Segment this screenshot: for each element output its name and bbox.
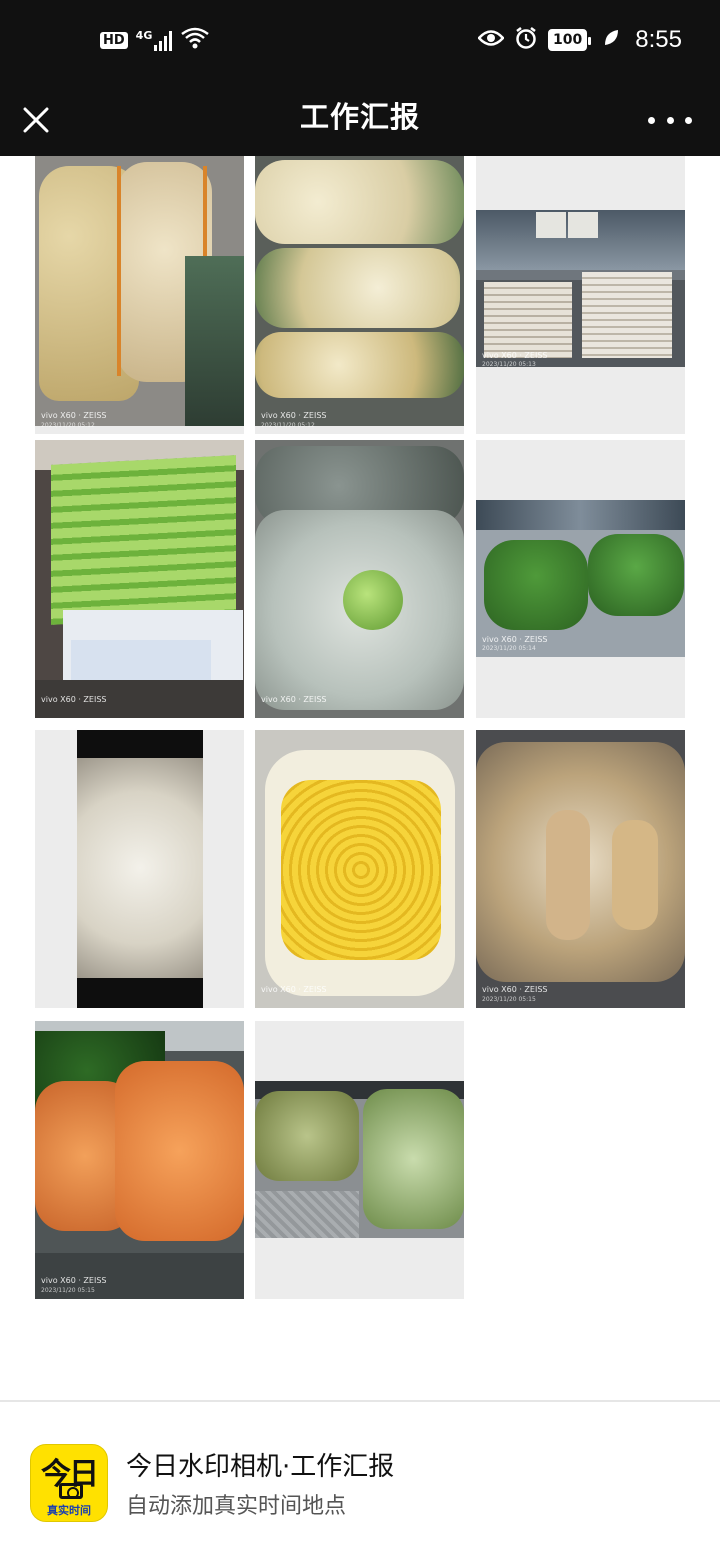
clock-time: 8:55 (635, 26, 682, 53)
photo-watermark-date: 2023/11/20 05:12 (41, 422, 95, 429)
photo-lettuce[interactable] (255, 1021, 464, 1299)
photo-watermark: vivo X60 · ZEISS (41, 411, 107, 420)
photo-watermark: vivo X60 · ZEISS (261, 695, 327, 704)
status-right-group: 100 8:55 (477, 26, 682, 54)
photo-watermark: vivo X60 · ZEISS (482, 635, 548, 644)
app-promo-footer[interactable]: 今日 真实时间 今日水印相机·工作汇报 自动添加真实时间地点 (0, 1400, 720, 1560)
photo-watermark-date: 2023/11/20 05:15 (482, 996, 536, 1003)
photo-corn[interactable]: vivo X60 · ZEISS (255, 730, 464, 1008)
app-icon-caption: 真实时间 (47, 1504, 91, 1517)
signal-icon (154, 29, 173, 51)
photo-watermark-date: 2023/11/20 05:12 (261, 422, 315, 429)
photo-watermark-date: 2023/11/20 05:15 (41, 1287, 95, 1294)
battery-icon: 100 (548, 29, 592, 51)
more-dot (685, 116, 692, 124)
photo-watermark: vivo X60 · ZEISS (41, 695, 107, 704)
photo-celery[interactable]: vivo X60 · ZEISS (35, 440, 244, 718)
photo-cabbage[interactable]: vivo X60 · ZEISS (255, 440, 464, 718)
app-name: 今日水印相机·工作汇报 (126, 1452, 395, 1482)
network-type-label: 4G (135, 28, 153, 42)
photo-watermark-date: 2023/11/20 05:13 (482, 361, 536, 368)
more-dot (666, 116, 674, 124)
status-left-group: HD 4G (100, 26, 210, 54)
app-logo-icon: 今日 真实时间 (30, 1444, 108, 1522)
photo-tofu-trays[interactable]: vivo X60 · ZEISS 2023/11/20 05:13 (476, 156, 685, 434)
photo-watermark: vivo X60 · ZEISS (41, 1276, 107, 1285)
photo-watermark: vivo X60 · ZEISS (482, 351, 548, 360)
wifi-icon (180, 26, 210, 54)
photo-lotus-root[interactable]: vivo X60 · ZEISS 2023/11/20 05:15 (476, 730, 685, 1008)
photo-cauliflower[interactable]: vivo X60 · ZEISS 2023/11/20 05:12 (255, 156, 464, 434)
app-tagline: 自动添加真实时间地点 (126, 1494, 347, 1519)
photo-watermark: vivo X60 · ZEISS (261, 411, 327, 420)
photo-watermark: vivo X60 · ZEISS (261, 985, 327, 994)
status-bar: HD 4G 100 8:55 (0, 0, 720, 84)
photo-grid: vivo X60 · ZEISS 2023/11/20 05:12 vivo X… (0, 156, 720, 1400)
photo-watermark: vivo X60 · ZEISS (482, 985, 548, 994)
more-options-button[interactable] (648, 106, 692, 134)
photo-watermark-date: 2023/11/20 05:14 (482, 645, 536, 652)
photo-potatoes[interactable]: vivo X60 · ZEISS 2023/11/20 05:12 (35, 156, 244, 434)
leaf-icon (603, 29, 619, 51)
photo-leafy-greens[interactable]: vivo X60 · ZEISS 2023/11/20 05:14 (476, 440, 685, 718)
page-title: 工作汇报 (299, 100, 420, 134)
hd-badge: HD (100, 31, 128, 49)
photo-mushrooms[interactable] (35, 730, 244, 1008)
title-bar: 工作汇报 (0, 84, 720, 156)
alarm-icon (514, 26, 538, 54)
eye-icon (477, 29, 505, 51)
photo-carrots[interactable]: vivo X60 · ZEISS 2023/11/20 05:15 (35, 1021, 244, 1299)
more-dot (648, 116, 655, 124)
camera-icon (59, 1483, 83, 1499)
